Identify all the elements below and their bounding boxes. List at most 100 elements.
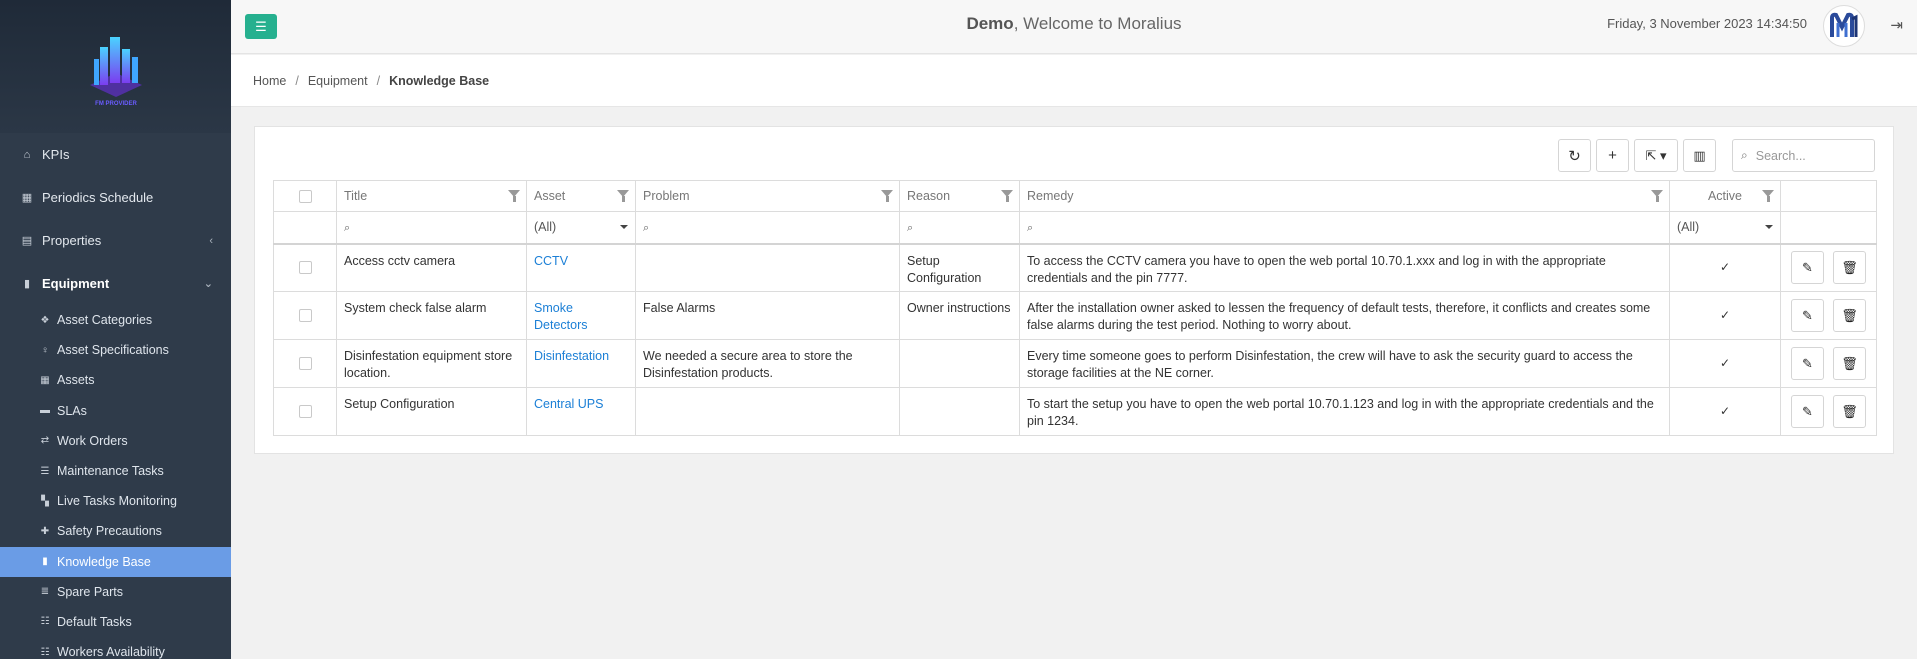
column-header-title[interactable]: Title <box>336 180 527 212</box>
edit-button[interactable]: ✎ <box>1791 395 1824 428</box>
database-icon: ≣ <box>40 586 50 598</box>
delete-button[interactable]: 🗑 <box>1833 347 1866 380</box>
refresh-button[interactable]: ↻ <box>1558 139 1591 172</box>
asset-link[interactable]: Smoke Detectors <box>534 301 588 332</box>
row-checkbox[interactable] <box>298 357 312 370</box>
row-select-cell <box>273 243 337 292</box>
sidebar-item-safety-precautions[interactable]: ✚ Safety Precautions <box>0 516 231 546</box>
table-row[interactable]: Access cctv camera CCTV Setup Configurat… <box>273 243 1877 292</box>
pencil-icon: ✎ <box>1802 404 1813 419</box>
filter-icon[interactable] <box>1651 190 1663 202</box>
sidebar-item-work-orders[interactable]: ⇄ Work Orders <box>0 426 231 456</box>
column-label: Title <box>344 189 368 203</box>
book-icon: ▮ <box>23 278 31 290</box>
cell-remedy: To access the CCTV camera you have to op… <box>1019 243 1670 292</box>
search-input[interactable]: ⌕ Search... <box>1732 139 1875 172</box>
sidebar-item-spare-parts[interactable]: ≣ Spare Parts <box>0 577 231 607</box>
sidebar-item-live-tasks-monitoring[interactable]: ▚ Live Tasks Monitoring <box>0 486 231 516</box>
breadcrumb-home[interactable]: Home <box>253 74 286 88</box>
edit-button[interactable]: ✎ <box>1791 347 1824 380</box>
column-header-problem[interactable]: Problem <box>635 180 900 212</box>
sidebar-item-asset-categories[interactable]: ❖ Asset Categories <box>0 305 231 335</box>
table-row[interactable]: Disinfestation equipment store location.… <box>273 339 1877 388</box>
cell-reason: Owner instructions <box>899 291 1020 340</box>
filter-problem-input[interactable]: ⌕ <box>635 211 900 245</box>
column-chooser-button[interactable]: ▥ <box>1683 139 1716 172</box>
export-button[interactable]: ⇱ ▾ <box>1634 139 1678 172</box>
cell-asset: Disinfestation <box>526 339 636 388</box>
filter-icon[interactable] <box>617 190 629 202</box>
filter-remedy-input[interactable]: ⌕ <box>1019 211 1670 245</box>
cell-active: ✓ <box>1669 339 1781 388</box>
cell-reason <box>899 387 1020 436</box>
sidebar-item-equipment[interactable]: ▮ Equipment ⌄ <box>0 262 231 305</box>
table-row[interactable]: Setup Configuration Central UPS To start… <box>273 387 1877 436</box>
breadcrumb-current: Knowledge Base <box>389 73 490 88</box>
row-select-cell <box>273 291 337 340</box>
sidebar-item-slas[interactable]: ▬ SLAs <box>0 396 231 426</box>
filter-active-select[interactable]: (All) <box>1669 211 1781 245</box>
cell-actions: ✎ 🗑 <box>1780 387 1877 436</box>
asset-link[interactable]: Central UPS <box>534 397 603 411</box>
sidebar-item-label: Safety Precautions <box>57 524 162 539</box>
search-icon: ⌕ <box>643 221 650 234</box>
check-icon: ✓ <box>1719 260 1731 275</box>
sidebar-item-assets[interactable]: ▦ Assets <box>0 365 231 395</box>
chevron-left-icon: ‹ <box>209 234 213 247</box>
sidebar-item-maintenance-tasks[interactable]: ☰ Maintenance Tasks <box>0 456 231 486</box>
asset-link[interactable]: Disinfestation <box>534 349 609 363</box>
grid-toolbar: ↻ + ⇱ ▾ ▥ ⌕ Search... <box>1553 139 1875 172</box>
delete-button[interactable]: 🗑 <box>1833 251 1866 285</box>
column-header-remedy[interactable]: Remedy <box>1019 180 1670 212</box>
select-all-checkbox[interactable] <box>298 189 312 203</box>
filter-title-input[interactable]: ⌕ <box>336 211 527 245</box>
filter-reason-input[interactable]: ⌕ <box>899 211 1020 245</box>
filter-icon[interactable] <box>881 190 893 202</box>
edit-button[interactable]: ✎ <box>1791 251 1824 285</box>
row-checkbox[interactable] <box>298 405 312 418</box>
select-all-cell <box>273 180 337 212</box>
sidebar-item-knowledge-base[interactable]: ▮ Knowledge Base <box>0 546 231 577</box>
sidebar-item-periodics-schedule[interactable]: ▦ Periodics Schedule <box>0 176 231 219</box>
cell-problem <box>635 387 900 436</box>
logout-button[interactable]: ⇥ <box>1890 16 1903 34</box>
sidebar-item-label: Equipment <box>42 276 110 291</box>
add-button[interactable]: + <box>1596 139 1629 172</box>
chevron-down-icon <box>620 225 628 230</box>
sidebar-item-default-tasks[interactable]: ☷ Default Tasks <box>0 607 231 637</box>
delete-button[interactable]: 🗑 <box>1833 395 1866 428</box>
building-icon: ▤ <box>21 235 33 247</box>
edit-button[interactable]: ✎ <box>1791 299 1824 332</box>
cell-title: System check false alarm <box>336 291 527 340</box>
sidebar-item-properties[interactable]: ▤ Properties ‹ <box>0 219 231 262</box>
row-checkbox[interactable] <box>298 261 312 275</box>
table-row[interactable]: System check false alarm Smoke Detectors… <box>273 291 1877 340</box>
filter-icon[interactable] <box>1762 190 1774 202</box>
avatar[interactable] <box>1823 5 1865 47</box>
asset-link[interactable]: CCTV <box>534 254 568 268</box>
column-header-active[interactable]: Active <box>1669 180 1781 212</box>
moralius-logo-icon <box>1830 12 1858 37</box>
filter-icon[interactable] <box>508 190 520 202</box>
brand-logo[interactable]: FM PROVIDER <box>76 27 156 107</box>
breadcrumb-equipment[interactable]: Equipment <box>308 74 368 88</box>
breadcrumb: Home / Equipment / Knowledge Base <box>231 55 1917 107</box>
column-header-asset[interactable]: Asset <box>526 180 636 212</box>
sidebar-item-label: Default Tasks <box>57 614 132 629</box>
column-label: Reason <box>907 189 951 203</box>
sidebar-item-kpis[interactable]: ⌂ KPIs <box>0 133 231 176</box>
top-bar: ☰ Demo, Welcome to Moralius Friday, 3 No… <box>231 0 1917 54</box>
sidebar-item-asset-specifications[interactable]: ♀ Asset Specifications <box>0 335 231 365</box>
column-label: Remedy <box>1027 189 1074 203</box>
delete-button[interactable]: 🗑 <box>1833 299 1866 332</box>
cell-remedy: To start the setup you have to open the … <box>1019 387 1670 436</box>
row-checkbox[interactable] <box>298 309 312 322</box>
cell-problem: False Alarms <box>635 291 900 340</box>
cell-problem: We needed a secure area to store the Dis… <box>635 339 900 388</box>
filter-asset-select[interactable]: (All) <box>526 211 636 245</box>
column-header-reason[interactable]: Reason <box>899 180 1020 212</box>
sidebar-item-workers-availability[interactable]: ☷ Workers Availability <box>0 637 231 659</box>
sidebar-item-label: Knowledge Base <box>57 554 151 569</box>
calendar-icon: ▦ <box>21 192 33 204</box>
filter-icon[interactable] <box>1001 190 1013 202</box>
